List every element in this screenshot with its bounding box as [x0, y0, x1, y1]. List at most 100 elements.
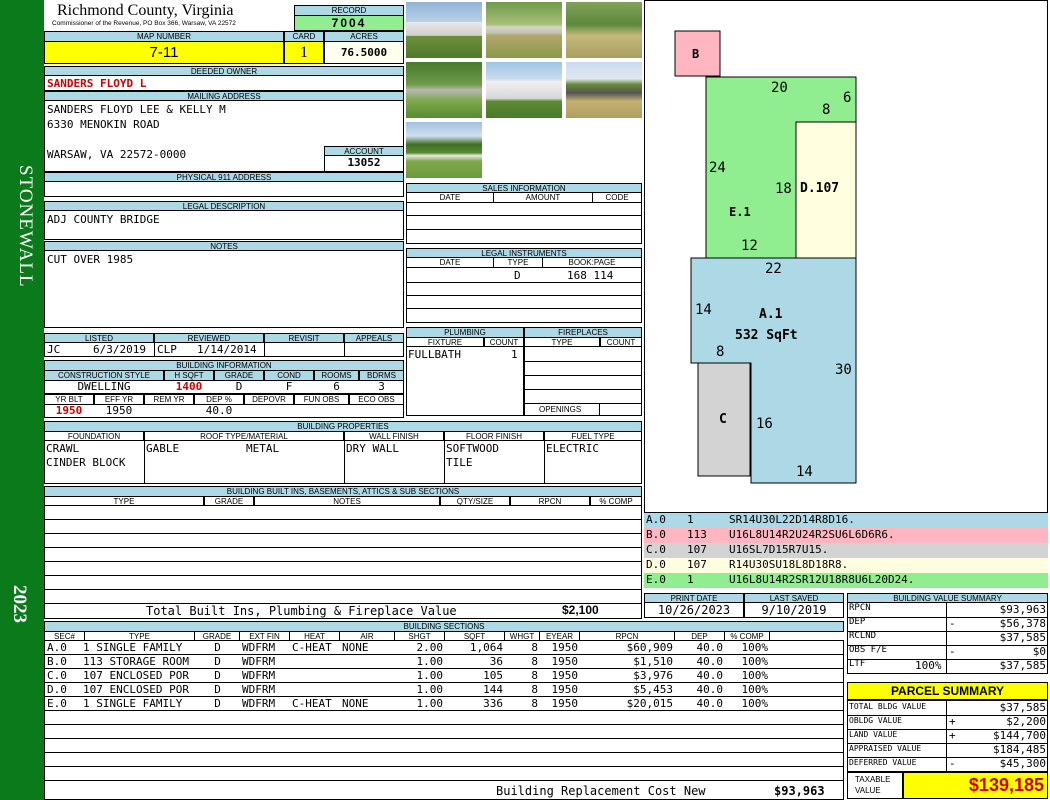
vs-ltf: $37,585 [999, 659, 1046, 672]
foundation-1: CRAWL [46, 442, 80, 455]
listing-divider-2 [264, 343, 265, 356]
sketch-code-sec: E.0 [646, 573, 666, 586]
ps-obldg-label: OBLDG VALUE [849, 716, 902, 725]
section-cell: WDFRM [242, 655, 276, 668]
foundation-2: CINDER BLOCK [46, 456, 126, 469]
sketch-code-row[interactable]: C.0 107 U16SL7D15R7U15. [644, 543, 1048, 558]
section-cell: NONE [342, 641, 369, 654]
photo-shed[interactable] [405, 61, 483, 119]
section-cell: D [214, 655, 221, 668]
taxable-label-2: VALUE [855, 786, 881, 795]
fireplace-table: OPENINGS [524, 346, 642, 416]
mailing-line-1: SANDERS FLOYD LEE & KELLY M [47, 103, 226, 116]
section-cell: 40.0 [696, 683, 724, 696]
section-cell: B.0 [47, 655, 67, 668]
print-date: 10/26/2023 [644, 602, 744, 618]
legal-description: ADJ COUNTY BRIDGE [47, 213, 160, 226]
photo-house-front[interactable] [405, 1, 483, 59]
photo-outbuilding[interactable] [565, 61, 643, 119]
prop-div-1 [144, 441, 145, 483]
instr-row-line-3 [407, 308, 641, 309]
dim-6: 6 [843, 90, 851, 106]
commissioner-line: Commissioner of the Revenue, PO Box 366,… [52, 20, 236, 27]
deeded-owner-box: SANDERS FLOYD L [44, 75, 404, 91]
section-cell: 40.0 [696, 697, 724, 710]
sketch-code-path: U16L8U14R2SR12U18R8U6L20D24. [729, 573, 915, 586]
instr-date-col: DATE [406, 257, 494, 268]
listing-row: JC 6/3/2019 CLP 1/14/2014 [44, 342, 404, 357]
sketch-codes: A.0 1 SR14U30L22D14R8D16. B.0 113 U16L8U14R2U… [644, 513, 1048, 588]
listing-divider-3 [344, 343, 345, 356]
depreciation-pct: 40.0 [205, 404, 233, 417]
openings-label: OPENINGS [539, 405, 582, 414]
instrument-type: D [514, 269, 521, 282]
effective-year: 1950 [105, 404, 133, 417]
reviewed-date: 1/14/2014 [197, 343, 257, 356]
photo-distant[interactable] [405, 121, 483, 179]
map-number: 7-11 [44, 41, 284, 64]
sketch-code-row[interactable]: E.0 1 U16L8U14R2SR12U18R8U6L20D24. [644, 573, 1048, 588]
fp-line-1 [525, 361, 641, 362]
floor-finish-2: TILE [446, 456, 473, 469]
property-photos [404, 0, 644, 182]
section-cell: 1.00 [416, 697, 444, 710]
sales-date-col: DATE [406, 192, 494, 203]
section-cell: 100% [741, 655, 769, 668]
section-cell: 8 [531, 669, 538, 682]
sketch-code-row[interactable]: B.0 113 U16L8U14R2U24R2SU6L6D6R6. [644, 528, 1048, 543]
building-sketch[interactable]: B E.1 D.107 A.1 532 SqFt C 20 8 6 24 18 … [645, 1, 1049, 514]
section-e-label: E.1 [729, 205, 751, 219]
sketch-code-path: SR14U30L22D14R8D16. [729, 513, 855, 526]
section-cell: 1 SINGLE FAMILY [83, 641, 183, 654]
section-a-label: A.1 [759, 307, 783, 322]
ps-appraised: $184,485 [993, 743, 1046, 756]
vs-rpcn: $93,963 [999, 603, 1046, 616]
section-cell: 2.00 [416, 641, 444, 654]
dim-22: 22 [765, 261, 782, 277]
replacement-cost-value: $93,963 [774, 784, 825, 798]
dim-12: 12 [741, 238, 758, 254]
instr-book-col: BOOK:PAGE [542, 257, 642, 268]
sections-table: A.0 1 SINGLE FAMILY D WDFRM C-HEAT NONE 2.00 1,… [44, 640, 844, 800]
instr-row-line-1 [407, 282, 641, 283]
sketch-code-code: 107 [687, 543, 707, 556]
section-cell: $20,015 [626, 697, 673, 710]
photo-barn[interactable] [485, 1, 563, 59]
sketch-code-row[interactable]: A.0 1 SR14U30L22D14R8D16. [644, 513, 1048, 528]
floor-finish-1: SOFTWOOD [446, 442, 499, 455]
legal-instruments-table: DATE TYPE BOOK:PAGE D 168 114 [406, 257, 642, 323]
instr-row-line-2 [407, 295, 641, 296]
section-d-label: D.107 [800, 181, 839, 196]
dim-30: 30 [835, 362, 852, 378]
section-cell: 40.0 [696, 655, 724, 668]
photo-house-side[interactable] [485, 61, 563, 119]
sketch-code-path: R14U30SU18L8D18R8. [729, 558, 849, 571]
notes-box: CUT OVER 1985 [44, 250, 404, 328]
ps-appraised-label: APPRAISED VALUE [849, 744, 922, 753]
section-cell: 1950 [551, 641, 579, 654]
mailing-line-2: 6330 MENOKIN ROAD [47, 118, 160, 131]
parcel-summary-header: PARCEL SUMMARY [847, 682, 1048, 700]
ps-land: $144,700 [993, 729, 1046, 742]
section-cell: 100% [741, 683, 769, 696]
reviewer-initials: CLP [157, 343, 177, 356]
section-cell: 105 [483, 669, 503, 682]
section-cell: $1,510 [633, 655, 673, 668]
section-cell: 8 [531, 641, 538, 654]
ps-deferred: $45,300 [999, 757, 1046, 770]
section-row-line [45, 752, 843, 753]
prop-div-4 [544, 441, 545, 483]
fp-line-4 [525, 403, 641, 404]
section-cell: C-HEAT [292, 697, 332, 710]
dim-8-top: 8 [822, 102, 830, 118]
sketch-code-row[interactable]: D.0 107 R14U30SU18L8D18R8. [644, 558, 1048, 573]
sales-row-line-1 [407, 215, 641, 216]
plumbing-count: 1 [511, 348, 518, 361]
card-number: 1 [284, 41, 324, 64]
dim-14-bottom: 14 [796, 464, 813, 480]
section-cell: 1950 [551, 697, 579, 710]
section-cell: $60,909 [626, 641, 673, 654]
photo-field[interactable] [565, 1, 643, 59]
builtins-table [44, 505, 642, 619]
vs-rclnd: $37,585 [999, 631, 1046, 644]
